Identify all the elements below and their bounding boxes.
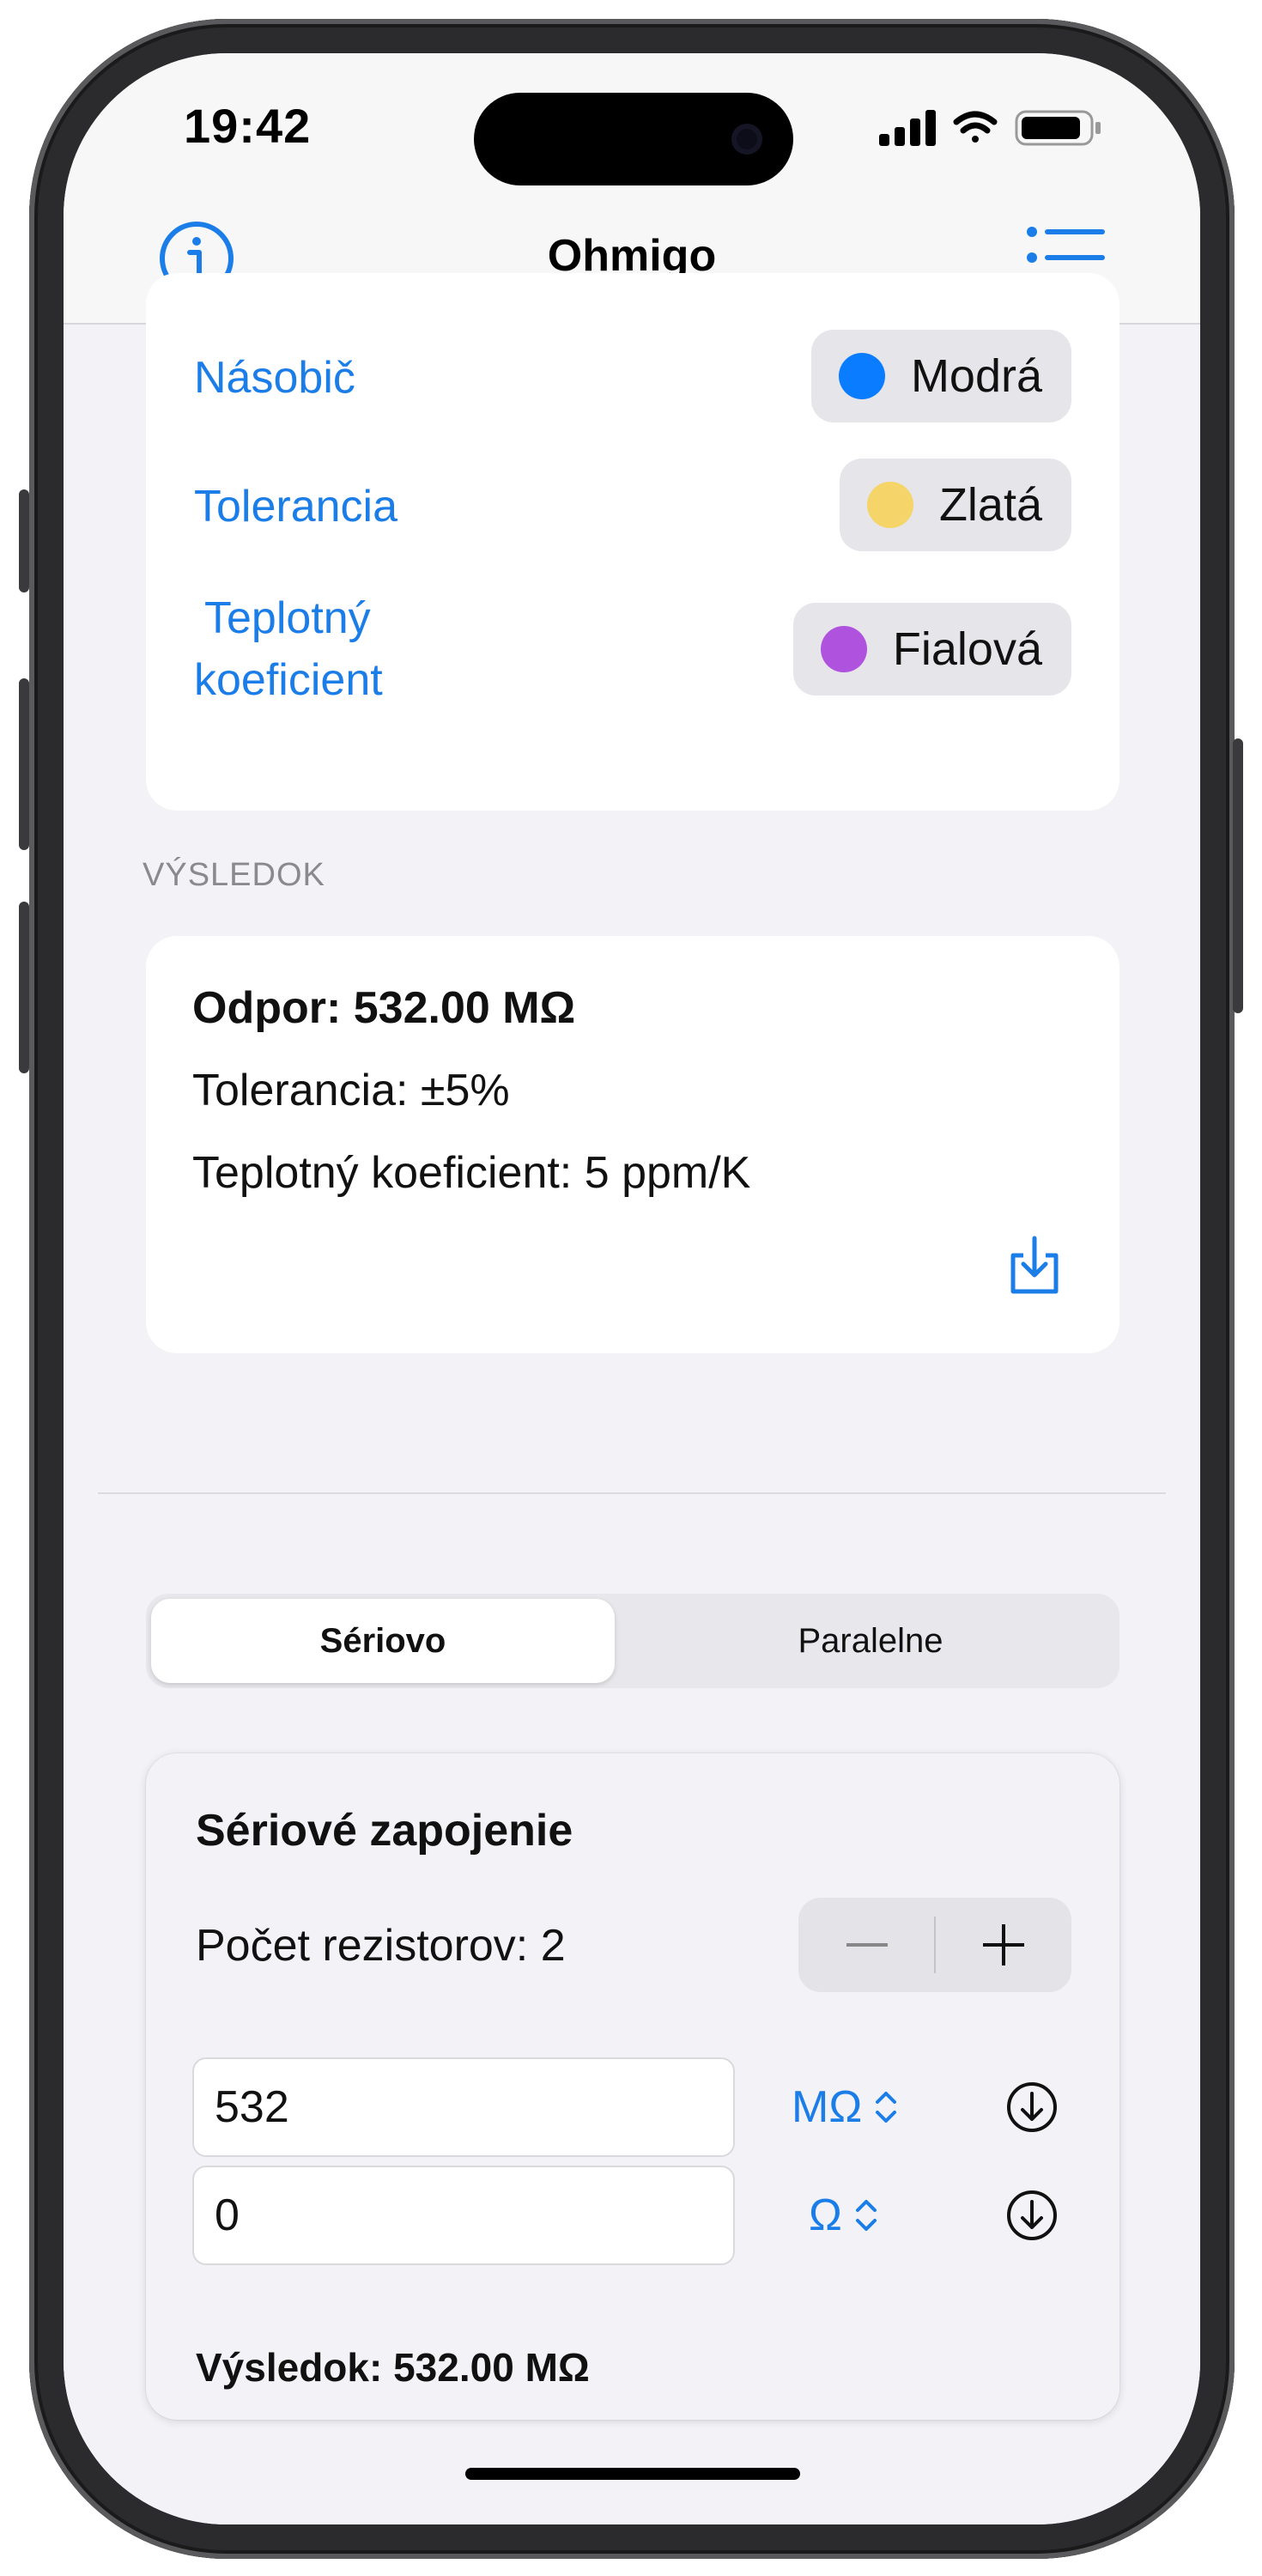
unit-label: Ω: [809, 2190, 842, 2240]
status-icons: [879, 110, 1101, 146]
band-color-name: Modrá: [910, 350, 1042, 402]
screen: 19:42 Ohmigo Násobič Modrá Tolerancia Zl…: [64, 53, 1200, 2524]
section-divider: [98, 1492, 1166, 1494]
series-card-title: Sériové zapojenie: [196, 1806, 573, 1856]
result-temp-coefficient: Teplotný koeficient: 5 ppm/K: [192, 1148, 751, 1198]
segment-series[interactable]: Sériovo: [151, 1599, 615, 1683]
resistor-count-label: Počet rezistorov: 2: [196, 1921, 566, 1971]
resistor-value-input[interactable]: 532: [192, 2057, 735, 2157]
band-color-name: Zlatá: [938, 479, 1042, 531]
stepper-increment-button[interactable]: [935, 1898, 1071, 1992]
front-camera: [731, 124, 762, 155]
dynamic-island: [474, 93, 793, 185]
band-label-line: Teplotný: [204, 593, 371, 643]
home-indicator: [465, 2468, 800, 2480]
battery-icon: [1015, 110, 1101, 146]
band-label-tolerance: Tolerancia: [194, 482, 398, 532]
power-button: [1233, 738, 1243, 1013]
band-color-picker-tolerance[interactable]: Zlatá: [839, 459, 1071, 551]
volume-up-button: [19, 678, 29, 850]
volume-down-button: [19, 902, 29, 1073]
segment-parallel[interactable]: Paralelne: [627, 1599, 1114, 1683]
plus-icon: [982, 1924, 1024, 1965]
band-color-picker-multiplier[interactable]: Modrá: [810, 330, 1071, 422]
series-connection-card: Sériové zapojenie Počet rezistorov: 2 53…: [146, 1753, 1119, 2420]
color-dot-icon: [866, 482, 913, 528]
status-time: 19:42: [184, 99, 312, 153]
band-color-name: Fialová: [892, 623, 1042, 675]
chevron-up-down-icon: [876, 2092, 897, 2123]
cellular-signal-icon: [879, 110, 936, 146]
minus-icon: [846, 1943, 888, 1947]
arrow-down-circle-icon[interactable]: [1004, 2188, 1059, 2243]
band-label-multiplier: Násobič: [194, 353, 355, 403]
tray-arrow-down-icon[interactable]: [1006, 1235, 1063, 1297]
arrow-down-circle-icon[interactable]: [1004, 2080, 1059, 2135]
content-area: Násobič Modrá Tolerancia Zlatá Teplotný …: [64, 273, 1200, 2524]
unit-label: MΩ: [792, 2082, 863, 2132]
wifi-icon: [953, 111, 998, 143]
color-dot-icon: [838, 353, 885, 399]
resistor-value-input[interactable]: 0: [192, 2166, 735, 2265]
section-header-result: VÝSLEDOK: [143, 857, 325, 893]
bands-card: Násobič Modrá Tolerancia Zlatá Teplotný …: [146, 273, 1119, 811]
color-dot-icon: [820, 626, 867, 672]
series-result: Výsledok: 532.00 MΩ: [196, 2345, 590, 2390]
band-label-temp-coefficient: Teplotný koeficient: [194, 587, 383, 711]
resistor-count-stepper: [798, 1898, 1071, 1992]
stepper-decrement-button[interactable]: [798, 1898, 935, 1992]
action-button: [19, 489, 29, 592]
unit-picker[interactable]: MΩ: [792, 2057, 898, 2157]
chevron-up-down-icon: [855, 2200, 877, 2231]
band-label-line: koeficient: [194, 655, 383, 705]
unit-picker[interactable]: Ω: [809, 2166, 878, 2265]
result-tolerance: Tolerancia: ±5%: [192, 1066, 510, 1115]
band-color-picker-temp-coefficient[interactable]: Fialová: [792, 603, 1071, 696]
connection-mode-segmented-control: Sériovo Paralelne: [146, 1594, 1119, 1688]
result-resistance: Odpor: 532.00 MΩ: [192, 983, 576, 1033]
